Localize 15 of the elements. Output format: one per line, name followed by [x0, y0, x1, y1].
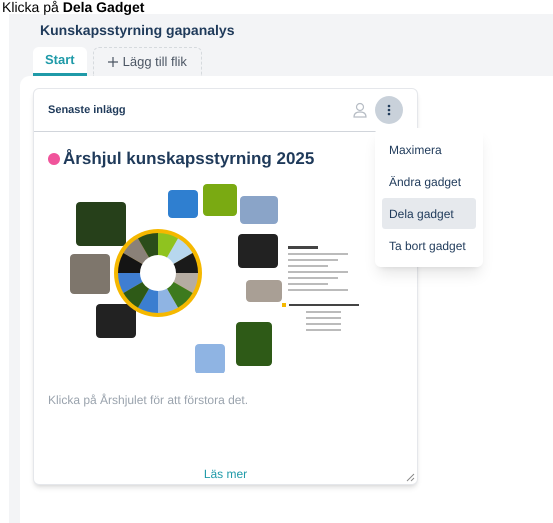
page-title: Kunskapsstyrning gapanalys [39, 21, 236, 40]
menu-item[interactable]: Dela gadget [382, 198, 476, 229]
add-tab-button[interactable]: Lägg till flik [92, 47, 202, 76]
caption-text: Klicka på Årshjulet för att förstora det. [47, 392, 250, 408]
post-title: Årshjul kunskapsstyrning 2025 [63, 148, 314, 170]
plus-icon [108, 57, 118, 67]
menu-item[interactable]: Ändra gadget [382, 166, 476, 197]
menu-item[interactable]: Ta bort gadget [382, 230, 476, 261]
resize-handle-icon[interactable] [406, 473, 415, 482]
menu-item[interactable]: Maximera [382, 134, 476, 165]
person-icon[interactable] [353, 102, 367, 118]
more-options-button[interactable] [375, 96, 403, 124]
kebab-icon [387, 104, 391, 116]
instruction-text: Klicka på Dela Gadget [1, 0, 146, 14]
gadget-title: Senaste inlägg [48, 102, 126, 118]
